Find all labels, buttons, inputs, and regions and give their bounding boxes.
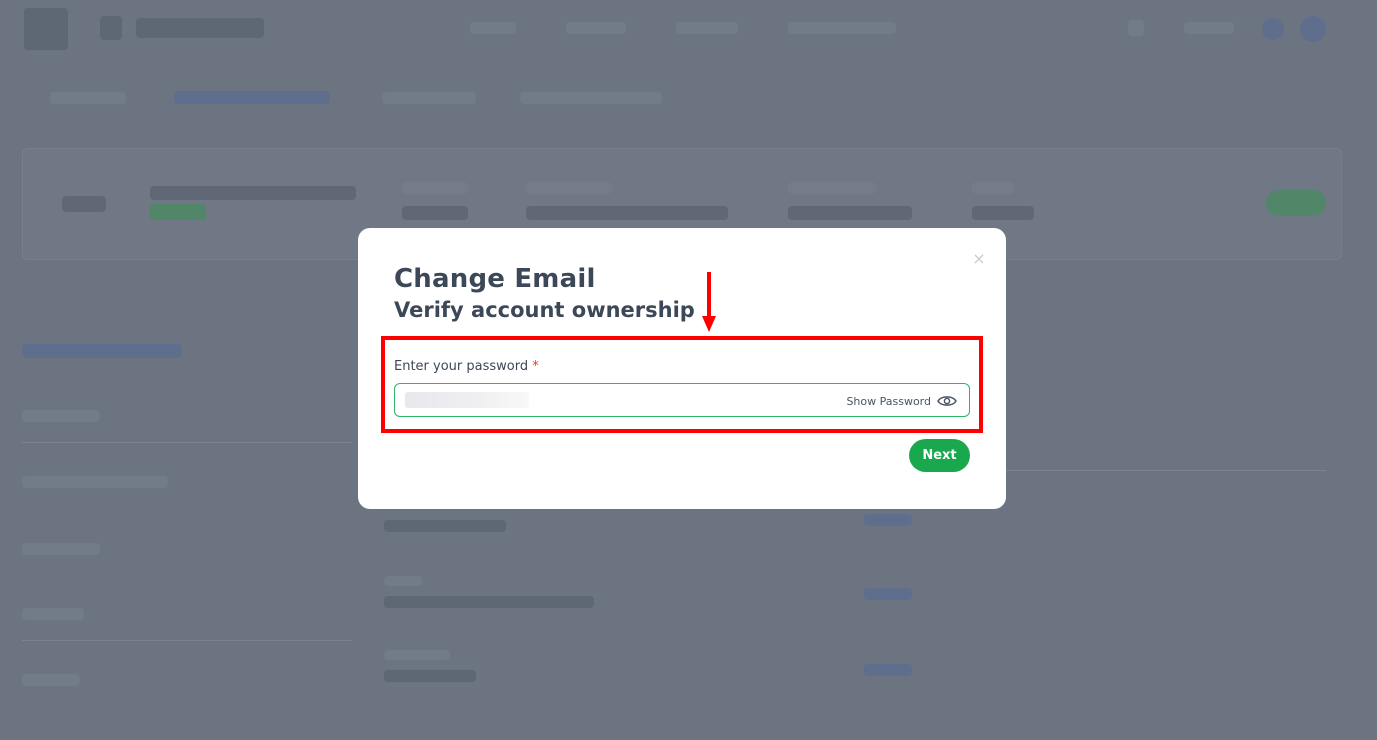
sidebar-item — [22, 410, 100, 422]
user-avatar — [24, 8, 68, 50]
detail-edit-link — [864, 588, 912, 600]
change-email-modal: × Change Email Verify account ownership … — [358, 228, 1006, 509]
detail-label — [384, 576, 422, 586]
summary-field — [402, 206, 468, 220]
required-marker: * — [532, 359, 539, 374]
sidebar-item — [22, 476, 168, 488]
password-value-masked — [405, 392, 529, 408]
divider — [1006, 470, 1326, 471]
summary-field — [402, 182, 468, 194]
eye-icon — [937, 396, 957, 406]
nav-item — [788, 22, 896, 34]
divider — [22, 640, 352, 641]
profile-icon — [1300, 16, 1326, 42]
tab-active — [174, 91, 330, 104]
tab — [382, 92, 476, 104]
summary-field — [972, 182, 1014, 194]
nav-icon — [1128, 20, 1144, 36]
divider — [22, 442, 352, 443]
summary-field — [972, 206, 1034, 220]
password-label-text: Enter your password — [394, 359, 529, 374]
summary-action — [1266, 190, 1326, 216]
next-button[interactable]: Next — [909, 439, 970, 472]
detail-value — [384, 670, 476, 682]
sidebar-item — [22, 674, 80, 686]
nav-item — [566, 22, 626, 34]
nav-item — [1184, 22, 1234, 34]
account-initials — [62, 196, 106, 212]
sidebar-item — [22, 608, 84, 620]
summary-field — [788, 206, 912, 220]
status-badge — [150, 204, 206, 220]
summary-field — [526, 182, 612, 194]
show-password-toggle[interactable]: Show Password — [846, 391, 957, 411]
detail-edit-link — [864, 514, 912, 526]
nav-item — [676, 22, 738, 34]
tab — [520, 92, 662, 104]
detail-label — [384, 650, 450, 660]
detail-value — [384, 596, 594, 608]
sidebar-heading — [22, 344, 182, 358]
annotation-arrow-icon — [702, 272, 716, 332]
password-field-label: Enter your password * — [394, 359, 539, 374]
summary-field — [788, 182, 876, 194]
modal-title: Change Email — [394, 264, 596, 294]
detail-edit-link — [864, 664, 912, 676]
nav-item — [470, 22, 516, 34]
close-icon[interactable]: × — [972, 251, 986, 267]
brand-logo — [100, 16, 122, 40]
show-password-label: Show Password — [846, 394, 931, 408]
sidebar-item — [22, 543, 100, 555]
summary-field — [526, 206, 728, 220]
detail-value — [384, 520, 506, 532]
brand-name — [136, 18, 264, 38]
password-input[interactable]: Show Password — [394, 383, 970, 417]
modal-subtitle: Verify account ownership — [394, 298, 695, 322]
account-name — [150, 186, 356, 200]
tab — [50, 92, 126, 104]
nav-icon — [1262, 18, 1284, 40]
